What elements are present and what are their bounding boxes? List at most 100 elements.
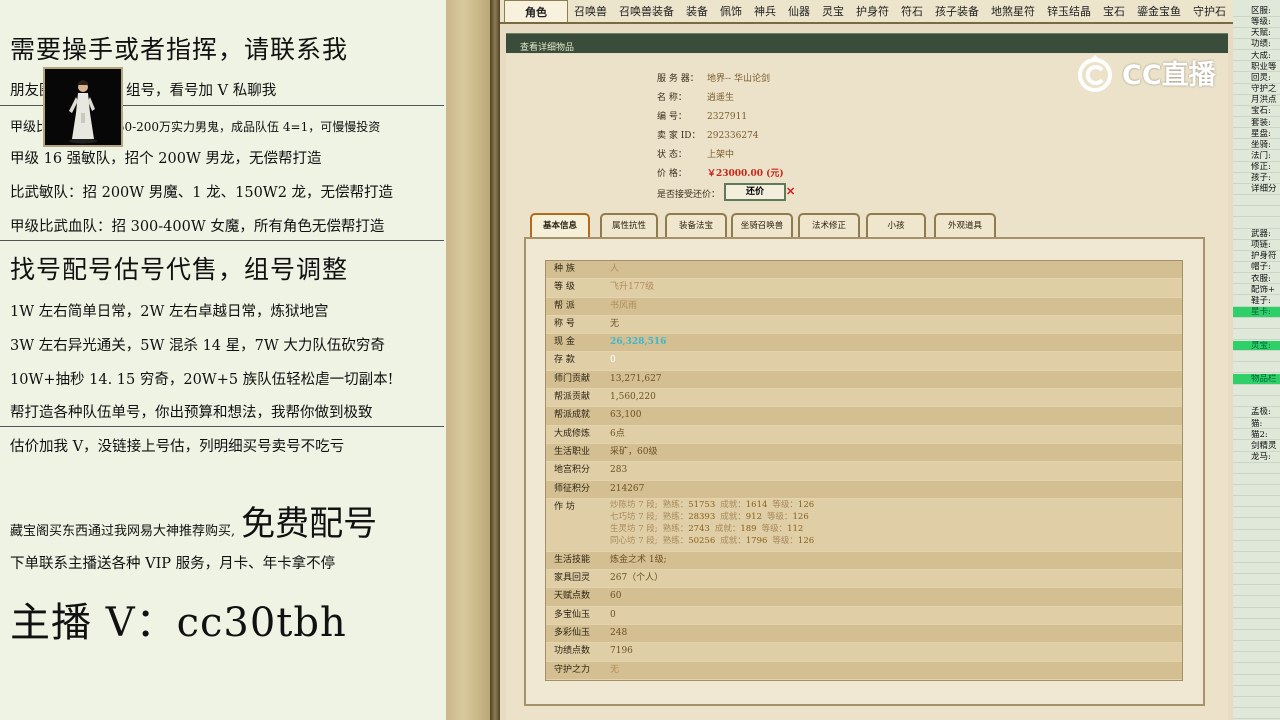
promo-line-valuation: 估价加我 V，没链接上号估，列明细买号卖号不吃亏 (10, 439, 345, 455)
side-cell (1233, 697, 1280, 708)
nav-tab[interactable]: 装备 (680, 0, 714, 22)
side-cell (1233, 352, 1280, 363)
nav-tab[interactable]: 符石 (895, 0, 929, 22)
workshop-b: 成就： (714, 523, 741, 534)
attribute-row: 生活技能 炼金之术 1级; (546, 551, 1182, 571)
character-figure-icon (69, 80, 97, 144)
attribute-label: 师门贡献 (554, 373, 591, 384)
nav-tab[interactable]: 召唤兽装备 (613, 0, 680, 22)
attribute-row: 天赋点数 60 (546, 588, 1182, 607)
side-cell (1233, 630, 1280, 642)
side-cell: 鞋子: (1233, 296, 1280, 307)
cc-logo-icon (1078, 55, 1112, 92)
attribute-label: 多彩仙玉 (554, 628, 591, 639)
attribute-value: 无 (610, 664, 620, 675)
nav-tab[interactable]: 佩饰 (714, 0, 748, 22)
workshop-line: 七巧坊 7 段; 熟练：28393 成就：912 等级：126 (610, 511, 819, 523)
nav-tab[interactable]: 角色 (504, 0, 568, 22)
attribute-row: 存 款 0 (546, 352, 1182, 371)
attribute-label: 大成修炼 (554, 428, 591, 439)
counter-offer-button[interactable]: 还价 (724, 183, 786, 201)
watermark: CC直播 (1072, 50, 1216, 94)
attribute-label: 等 级 (554, 282, 575, 293)
attribute-label: 守护之力 (554, 664, 591, 675)
nav-tab[interactable]: 灵宝 (816, 0, 850, 22)
side-cell: 详细分 (1233, 184, 1280, 196)
side-cell (1233, 474, 1280, 485)
info-offer-label: 是否接受还价： (657, 190, 721, 200)
workshop-a: 熟练： (662, 511, 689, 522)
workshop-a: 熟练： (662, 499, 689, 510)
workshop-b: 成就： (720, 535, 746, 546)
attribute-label: 地宫积分 (554, 465, 591, 476)
workshop-line: 同心坊 7 段; 熟练：50256 成就：1796 等级：126 (610, 535, 819, 547)
category-nav: 角色 召唤兽 召唤兽装备 装备 佩饰 神兵 仙器 灵宝 护身符 符石 孩子装备 地煞星符 锌玉结晶 宝石鎏… (500, 0, 1233, 24)
nav-tab[interactable]: 地煞星符 (985, 0, 1041, 22)
side-cell (1233, 318, 1280, 329)
detail-tab[interactable]: 基本信息 (530, 213, 590, 237)
attribute-value: 飞升177级 (610, 282, 655, 293)
workshop-line: 炒陈坊 7 段; 熟练：51753 成就：1614 等级：126 (610, 499, 819, 511)
attribute-row: 师征积分 214267 (546, 480, 1182, 499)
nav-tab[interactable]: 仙器 (782, 0, 816, 22)
attribute-row: 大成修炼 6点 (546, 425, 1182, 444)
side-cell: 修正: (1233, 162, 1280, 173)
detail-tab[interactable]: 小孩 (866, 213, 926, 237)
attribute-value: 267（个人） (610, 573, 664, 584)
attribute-label: 生活职业 (554, 446, 591, 457)
nav-tab[interactable]: 护身符 (850, 0, 895, 22)
attribute-row: 种 族人 (546, 261, 1182, 280)
side-cell (1233, 686, 1280, 697)
detail-tab[interactable]: 属性抗性 (600, 213, 658, 237)
side-cell (1233, 586, 1280, 597)
detail-tab[interactable]: 法术修正 (798, 213, 860, 237)
divider (0, 240, 444, 241)
attribute-value: 26,328,516 (610, 337, 667, 348)
detail-tab[interactable]: 外观道具 (934, 213, 996, 237)
side-cell (1233, 519, 1280, 530)
side-cell (1233, 396, 1280, 407)
workshop-a: 熟练： (662, 535, 689, 546)
workshop-name: 生灵坊 7 段; (610, 523, 658, 534)
side-cell (1233, 329, 1280, 341)
side-cell: 武器: (1233, 229, 1280, 240)
workshop-lines: 炒陈坊 7 段; 熟练：51753 成就：1614 等级：126 七巧坊 7 段; 熟练：… (610, 499, 819, 551)
promo-line-recruit-4: 甲级比武血队：招 300-400W 女魔，所有角色无偿帮打造 (10, 219, 385, 235)
attribute-value: 1,560,220 (610, 392, 656, 403)
promo-line-operator: 需要操手或者指挥，请联系我 (10, 35, 349, 64)
nav-tab[interactable]: 鎏金宝鱼 (1131, 0, 1187, 22)
side-cell: 猫2: (1233, 430, 1280, 441)
attribute-value: 6点 (610, 428, 625, 439)
attribute-row: 帮派贡献 1,560,220 (546, 389, 1182, 408)
detail-tab[interactable]: 坐骑召唤兽 (731, 213, 793, 237)
detail-tab[interactable]: 装备法宝 (665, 213, 727, 237)
workshop-line: 生灵坊 7 段; 熟练：2743 成就：189 等级：112 (610, 523, 819, 535)
promo-line-services: 找号配号估号代售，组号调整 (10, 255, 349, 284)
workshop-bv: 1614 (745, 499, 768, 510)
side-cell: 孩子: (1233, 173, 1280, 184)
side-cell: 回灵: (1233, 73, 1280, 84)
nav-tab[interactable]: 守护石 (1187, 0, 1232, 22)
nav-tab[interactable]: 孩子装备 (929, 0, 985, 22)
attribute-label: 作 坊 (554, 501, 575, 512)
attribute-label: 现 金 (554, 337, 575, 348)
attribute-label: 存 款 (554, 355, 575, 366)
side-cell (1233, 619, 1280, 630)
workshop-av: 2743 (688, 523, 710, 534)
attribute-value: 0 (610, 355, 616, 366)
attribute-row: 称 号无 (546, 315, 1182, 335)
side-cell: 配饰+ (1233, 285, 1280, 296)
side-cell (1233, 485, 1280, 497)
side-cell (1233, 675, 1280, 686)
side-cell: 区服: (1233, 6, 1280, 17)
side-cell (1233, 385, 1280, 396)
nav-tab[interactable]: 锌玉结晶 (1041, 0, 1097, 22)
side-cell: 物品栏 (1233, 373, 1280, 385)
side-cell: 坐骑: (1233, 140, 1280, 151)
nav-tab[interactable]: 神兵 (748, 0, 782, 22)
nav-tab[interactable]: 宝石 (1097, 0, 1131, 22)
close-icon[interactable]: ✕ (786, 185, 795, 198)
nav-tab[interactable]: 召唤兽 (568, 0, 613, 22)
side-cell: 灵宝: (1233, 340, 1280, 352)
side-cell: 职业等 (1233, 62, 1280, 73)
